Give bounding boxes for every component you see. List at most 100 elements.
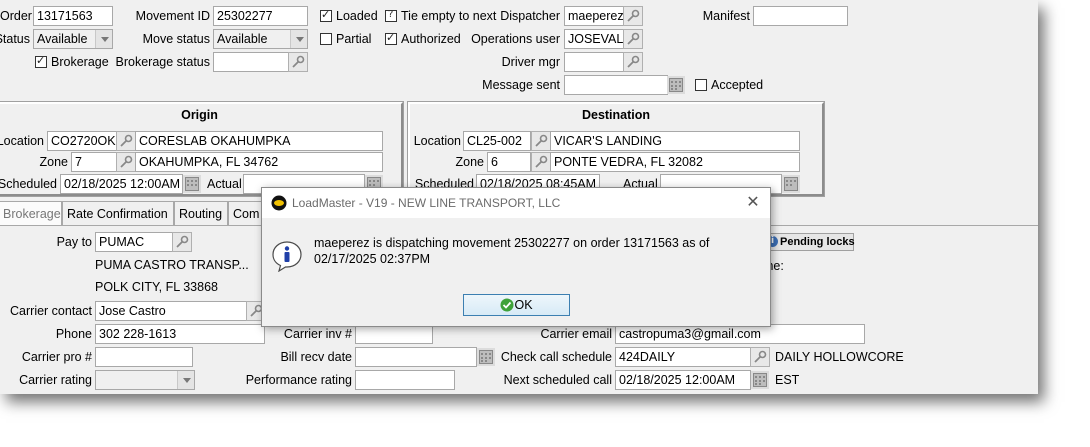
origin-city-state-field: OKAHUMPKA, FL 34762 [135,152,383,172]
accepted-label: Accepted [711,78,764,92]
performance-rating-label: Performance rating [245,373,352,387]
manifest-label: Manifest [702,9,750,23]
order-label: Order [0,9,32,23]
carrier-rating-select[interactable] [95,370,195,390]
calendar-icon [669,78,683,92]
carrier-email-field[interactable]: castropuma3@gmail.com [615,324,865,344]
dispatcher-field[interactable]: maeperez [564,6,624,26]
driver-mgr-lookup-button[interactable] [623,52,643,72]
accepted-checkbox[interactable] [695,79,707,91]
key-icon [535,155,548,168]
move-status-value: Available [217,32,268,46]
brokerage-label: Brokerage [51,55,109,69]
tie-empty-label: Tie empty to next [401,9,497,23]
origin-title: Origin [181,108,218,122]
message-sent-field[interactable] [564,75,668,95]
origin-location-label-text: Location [0,134,44,148]
calendar-icon [185,177,199,191]
calendar-icon [784,177,798,191]
carrier-rating-label: Carrier rating [19,373,92,387]
dispatcher-lookup-button[interactable] [623,6,643,26]
tie-empty-checkbox[interactable] [385,9,397,22]
close-icon[interactable]: ✕ [744,193,762,211]
driver-mgr-field[interactable] [564,52,624,72]
check-call-schedule-label: Check call schedule [500,350,612,364]
brokerage-status-label: Brokerage status [115,55,211,69]
carrier-inv-label: Carrier inv # [283,327,352,341]
dialog-message: maeperez is dispatching movement 2530227… [314,236,710,266]
next-call-calendar-button[interactable] [751,371,769,389]
brokerage-checkbox[interactable] [35,54,47,68]
next-scheduled-call-label: Next scheduled call [503,373,612,387]
carrier-email-label: Carrier email [540,327,612,341]
origin-zone-label: Zone [39,155,69,169]
key-icon [627,9,640,22]
move-status-label: Move status [142,32,210,46]
order-field[interactable]: 13171563 [33,6,113,26]
authorized-checkbox[interactable] [385,31,397,45]
origin-zone-field[interactable]: 7 [71,152,117,172]
origin-scheduled-label-text: Scheduled [0,177,57,191]
destination-zone-field[interactable]: 6 [487,152,531,172]
origin-scheduled-calendar-button[interactable] [183,175,201,193]
tab-brokerage[interactable]: Brokerage [0,201,62,225]
dispatcher-label: Dispatcher [500,9,560,23]
origin-location-code-field[interactable]: CO2720OK [47,131,117,151]
origin-scheduled-field[interactable]: 02/18/2025 12:00AM [60,174,183,194]
status-select[interactable]: Available [33,29,113,49]
partial-checkbox[interactable] [320,33,332,45]
check-call-schedule-field[interactable]: 424DAILY [615,347,751,367]
pay-to-field[interactable]: PUMAC [95,232,173,252]
dialog-titlebar: LoadMaster - V19 - NEW LINE TRANSPORT, L… [262,188,770,218]
bill-recv-date-field[interactable] [355,347,477,367]
destination-location-lookup-button[interactable] [531,131,551,151]
driver-mgr-label: Driver mgr [501,55,560,69]
movement-id-field[interactable]: 25302277 [213,6,308,26]
key-icon [627,55,640,68]
dialog-title: LoadMaster - V19 - NEW LINE TRANSPORT, L… [292,196,561,210]
key-icon [754,350,767,363]
key-icon [176,235,189,248]
message-sent-calendar-button[interactable] [667,76,685,94]
origin-location-name-field[interactable]: CORESLAB OKAHUMPKA [135,131,383,151]
pending-locks-button[interactable]: i Pending locks [763,233,855,251]
destination-actual-calendar-button[interactable] [782,175,800,193]
chevron-down-icon [177,371,194,389]
carrier-contact-field[interactable]: Jose Castro [95,301,247,321]
calendar-icon [753,373,767,387]
tab-routing[interactable]: Routing [174,201,228,225]
destination-location-label: Location [413,134,461,148]
manifest-field[interactable] [753,6,848,26]
operations-user-lookup-button[interactable] [623,29,643,49]
destination-zone-lookup-button[interactable] [531,152,551,172]
origin-zone-lookup-button[interactable] [116,152,136,172]
next-call-timezone: EST [775,373,800,387]
authorized-label: Authorized [401,32,461,46]
check-call-lookup-button[interactable] [750,347,770,367]
info-icon [272,241,302,272]
ok-button[interactable]: OK [463,294,570,316]
carrier-pro-field[interactable] [95,347,193,367]
phone-label: Phone [55,327,92,341]
brokerage-status-field[interactable] [213,52,289,72]
loaded-checkbox[interactable] [320,8,332,22]
key-icon [292,55,305,68]
phone-field[interactable]: 302 228-1613 [95,324,265,344]
key-icon [120,155,133,168]
origin-location-lookup-button[interactable] [116,131,136,151]
next-scheduled-call-field[interactable]: 02/18/2025 12:00AM [615,370,751,390]
performance-rating-field[interactable] [355,370,455,390]
move-status-select[interactable]: Available [213,29,308,49]
carrier-city: POLK CITY, FL 33868 [95,280,218,294]
partial-label: Partial [336,32,372,46]
carrier-inv-field[interactable] [355,324,433,344]
pay-to-lookup-button[interactable] [172,232,192,252]
tab-rate-confirmation[interactable]: Rate Confirmation [62,201,174,225]
carrier-pro-label: Carrier pro # [21,350,92,364]
destination-title: Destination [581,108,651,122]
destination-location-code-field[interactable]: CL25-002 [463,131,531,151]
destination-location-name-field[interactable]: VICAR'S LANDING [550,131,800,151]
operations-user-field[interactable]: JOSEVALD [564,29,624,49]
origin-actual-label: Actual [207,177,242,191]
brokerage-status-lookup-button[interactable] [288,52,308,72]
